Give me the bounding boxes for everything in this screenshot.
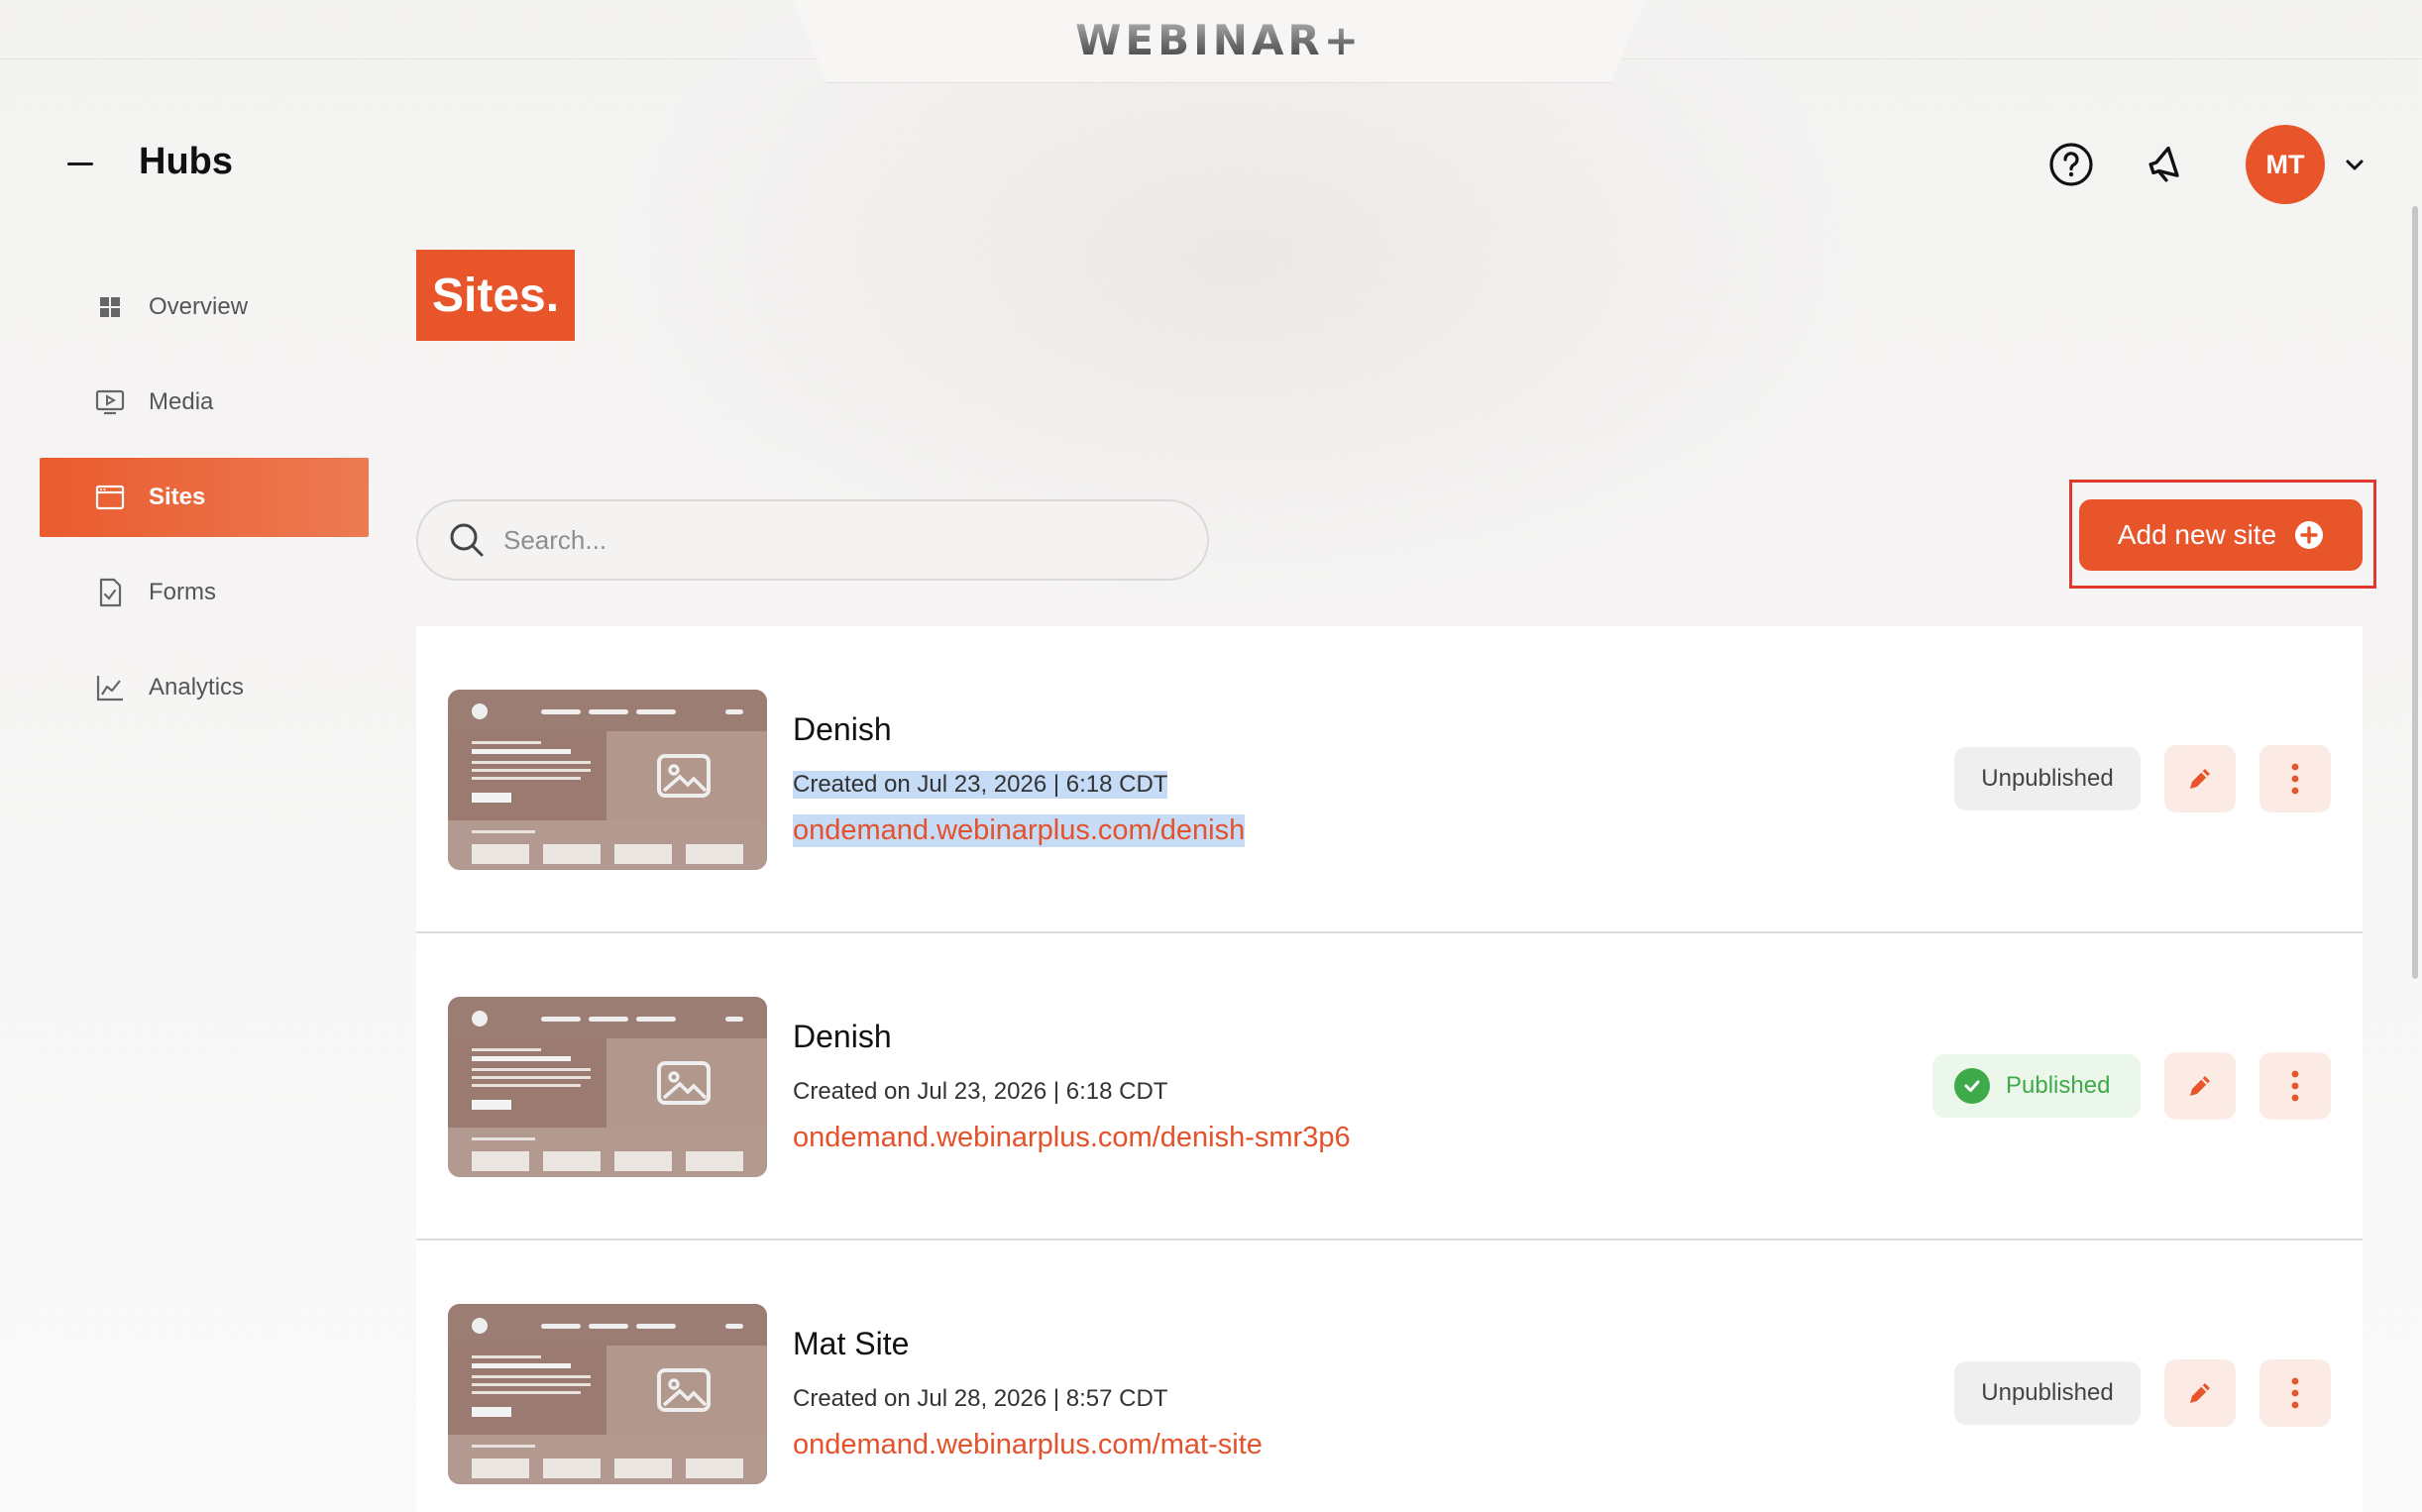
edit-site-button[interactable] xyxy=(2164,745,2236,812)
plus-circle-icon xyxy=(2295,521,2324,549)
line-chart-icon xyxy=(95,673,125,702)
sidebar-item-forms[interactable]: Forms xyxy=(40,553,369,632)
site-thumbnail xyxy=(448,690,767,870)
add-new-site-button[interactable]: Add new site xyxy=(2079,499,2363,571)
check-circle-icon xyxy=(1954,1068,1990,1104)
sidebar-item-sites[interactable]: Sites xyxy=(40,458,369,537)
search-icon xyxy=(450,523,484,557)
status-badge: Unpublished xyxy=(1954,747,2141,810)
site-name: Denish xyxy=(793,711,892,747)
search-field[interactable] xyxy=(416,499,1209,581)
page-scrollbar[interactable] xyxy=(2412,206,2418,979)
question-circle-icon xyxy=(2049,143,2093,186)
sidebar-item-label: Analytics xyxy=(149,674,245,701)
search-input[interactable] xyxy=(503,524,1148,556)
megaphone-icon xyxy=(2148,146,2179,182)
document-check-icon xyxy=(95,578,125,607)
site-created-date: Created on Jul 23, 2026 | 6:18 CDT xyxy=(793,1078,1168,1105)
kebab-menu-icon xyxy=(2291,1377,2299,1409)
sidebar-item-media[interactable]: Media xyxy=(40,363,369,442)
page-section-title: Hubs xyxy=(139,141,233,182)
site-thumbnail xyxy=(448,1304,767,1484)
site-created-date: Created on Jul 28, 2026 | 8:57 CDT xyxy=(793,1385,1168,1412)
site-url-link[interactable]: ondemand.webinarplus.com/denish-smr3p6 xyxy=(793,1122,1351,1154)
webinar-plus-logo: WEBINAR+ xyxy=(1070,16,1368,65)
grid-icon xyxy=(95,292,125,322)
help-button[interactable] xyxy=(2041,135,2101,194)
edit-site-button[interactable] xyxy=(2164,1359,2236,1427)
pencil-icon xyxy=(2190,1076,2210,1096)
monitor-play-icon xyxy=(95,387,125,417)
site-url-link[interactable]: ondemand.webinarplus.com/denish xyxy=(793,814,1246,847)
user-avatar[interactable]: MT xyxy=(2246,125,2325,204)
status-label: Published xyxy=(2006,1072,2111,1099)
sidebar-item-label: Sites xyxy=(149,484,206,510)
sidebar-nav: Overview Media Sites Forms Analytics xyxy=(40,268,369,743)
more-options-button[interactable] xyxy=(2259,745,2331,812)
sidebar-item-analytics[interactable]: Analytics xyxy=(40,648,369,727)
pencil-icon xyxy=(2190,769,2210,789)
sites-list: Denish Created on Jul 23, 2026 | 6:18 CD… xyxy=(416,626,2363,1512)
sidebar-item-label: Media xyxy=(149,388,214,415)
add-new-site-label: Add new site xyxy=(2117,519,2277,550)
image-placeholder-icon xyxy=(657,754,711,798)
pencil-icon xyxy=(2190,1383,2210,1403)
site-url-link[interactable]: ondemand.webinarplus.com/mat-site xyxy=(793,1429,1263,1461)
image-placeholder-icon xyxy=(657,1061,711,1105)
account-menu-toggle[interactable] xyxy=(2335,145,2374,184)
site-thumbnail xyxy=(448,997,767,1177)
sidebar-item-label: Forms xyxy=(149,579,216,605)
collapse-sidebar-button[interactable] xyxy=(65,149,95,178)
sidebar-item-overview[interactable]: Overview xyxy=(40,268,369,347)
status-badge: Published xyxy=(1932,1054,2141,1118)
kebab-menu-icon xyxy=(2291,763,2299,795)
list-item[interactable]: Denish Created on Jul 23, 2026 | 6:18 CD… xyxy=(416,933,2363,1241)
edit-site-button[interactable] xyxy=(2164,1052,2236,1120)
more-options-button[interactable] xyxy=(2259,1359,2331,1427)
site-created-date: Created on Jul 23, 2026 | 6:18 CDT xyxy=(793,771,1168,799)
image-placeholder-icon xyxy=(657,1368,711,1412)
site-name: Mat Site xyxy=(793,1326,910,1361)
announcements-button[interactable] xyxy=(2137,135,2196,194)
list-item[interactable]: Denish Created on Jul 23, 2026 | 6:18 CD… xyxy=(416,626,2363,933)
more-options-button[interactable] xyxy=(2259,1052,2331,1120)
site-name: Denish xyxy=(793,1019,892,1054)
sidebar-item-label: Overview xyxy=(149,293,249,320)
status-badge: Unpublished xyxy=(1954,1361,2141,1425)
chevron-down-icon xyxy=(2346,160,2364,170)
list-item[interactable]: Mat Site Created on Jul 28, 2026 | 8:57 … xyxy=(416,1241,2363,1512)
kebab-menu-icon xyxy=(2291,1070,2299,1102)
browser-window-icon xyxy=(95,483,125,512)
page-title: Sites. xyxy=(416,250,576,341)
